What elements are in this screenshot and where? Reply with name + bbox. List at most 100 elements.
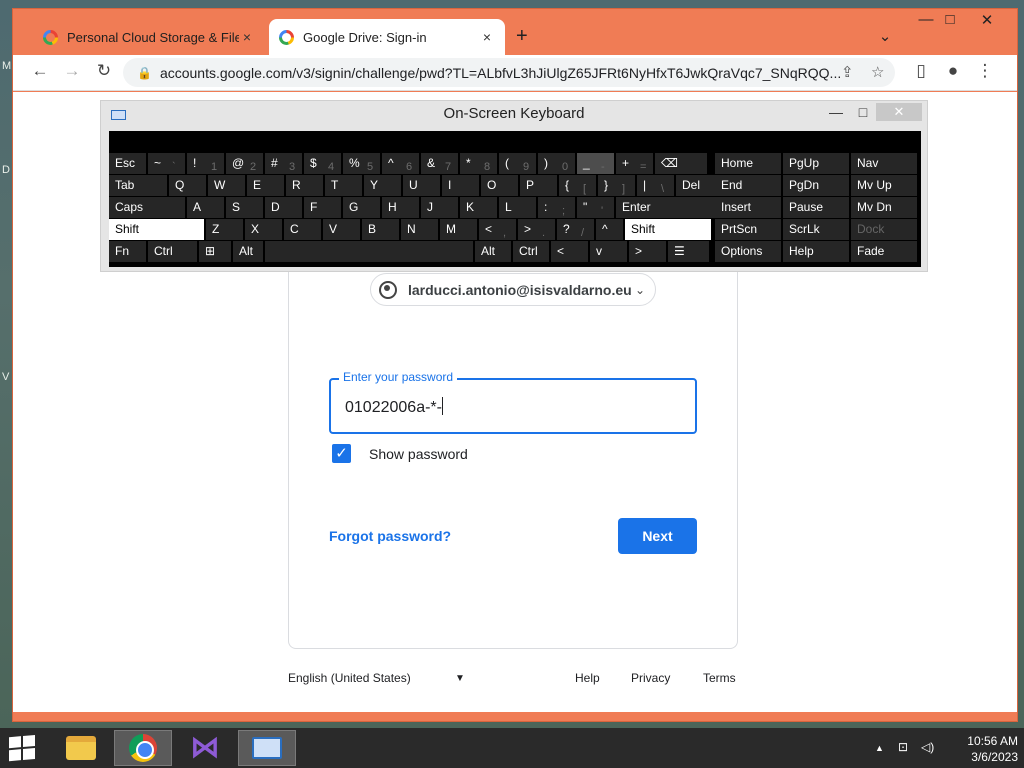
- osk-key[interactable]: J: [421, 197, 458, 218]
- osk-key[interactable]: Mv Dn: [851, 197, 917, 218]
- osk-key[interactable]: ? /: [557, 219, 594, 240]
- osk-key[interactable]: I: [442, 175, 479, 196]
- osk-key[interactable]: Tab: [109, 175, 167, 196]
- osk-key[interactable]: Options: [715, 241, 781, 262]
- browser-menu-icon[interactable]: ⋮: [973, 61, 997, 81]
- osk-key[interactable]: ^ 6: [382, 153, 419, 174]
- osk-key[interactable]: #3: [265, 153, 302, 174]
- desktop-icon-label[interactable]: V: [2, 371, 9, 383]
- osk-key[interactable]: E: [247, 175, 284, 196]
- address-bar[interactable]: 🔒 accounts.google.com/v3/signin/challeng…: [123, 58, 895, 87]
- window-maximize-button[interactable]: □: [937, 11, 963, 28]
- taskbar-chrome[interactable]: [114, 730, 172, 766]
- profile-icon[interactable]: ●: [941, 61, 965, 81]
- taskbar-file-explorer[interactable]: [52, 730, 110, 766]
- footer-privacy-link[interactable]: Privacy: [631, 671, 670, 685]
- osk-key[interactable]: N: [401, 219, 438, 240]
- reload-icon[interactable]: ↻: [92, 61, 116, 81]
- osk-key[interactable]: [265, 241, 473, 262]
- osk-key[interactable]: ☰: [668, 241, 709, 262]
- osk-key[interactable]: <,: [479, 219, 516, 240]
- osk-key[interactable]: + =: [616, 153, 653, 174]
- osk-key[interactable]: Insert: [715, 197, 781, 218]
- osk-key[interactable]: % 5: [343, 153, 380, 174]
- forgot-password-link[interactable]: Forgot password?: [329, 528, 451, 544]
- osk-key[interactable]: ~ `: [148, 153, 185, 174]
- account-chip[interactable]: larducci.antonio@isisvaldarno.eu ⌄: [370, 273, 656, 306]
- osk-key[interactable]: ⌫: [655, 153, 707, 174]
- tab-search-dropdown-icon[interactable]: ⌄: [872, 27, 898, 45]
- osk-key[interactable]: Z: [206, 219, 243, 240]
- url-text[interactable]: accounts.google.com/v3/signin/challenge/…: [160, 65, 840, 81]
- osk-key[interactable]: A: [187, 197, 224, 218]
- new-tab-button[interactable]: +: [516, 25, 528, 48]
- osk-key[interactable]: Fn: [109, 241, 146, 262]
- osk-key[interactable]: X: [245, 219, 282, 240]
- osk-key[interactable]: (9: [499, 153, 536, 174]
- volume-icon[interactable]: ◁): [921, 740, 934, 754]
- show-password-checkbox[interactable]: ✓: [332, 444, 351, 463]
- osk-key[interactable]: Alt: [475, 241, 511, 262]
- osk-key[interactable]: Pause: [783, 197, 849, 218]
- desktop-icon-label[interactable]: D: [2, 164, 10, 176]
- osk-key[interactable]: K: [460, 197, 497, 218]
- osk-key[interactable]: <: [551, 241, 588, 262]
- osk-key[interactable]: Q: [169, 175, 206, 196]
- side-panel-icon[interactable]: ▯: [909, 61, 933, 81]
- osk-key[interactable]: >.: [518, 219, 555, 240]
- window-close-button[interactable]: ✕: [974, 11, 1000, 29]
- osk-key[interactable]: G: [343, 197, 380, 218]
- tab-close-icon[interactable]: ×: [239, 29, 255, 45]
- osk-key[interactable]: V: [323, 219, 360, 240]
- osk-key[interactable]: L: [499, 197, 536, 218]
- osk-key[interactable]: ScrLk: [783, 219, 849, 240]
- osk-key[interactable]: Dock: [851, 219, 917, 240]
- osk-key[interactable]: PgDn: [783, 175, 849, 196]
- osk-key[interactable]: W: [208, 175, 245, 196]
- password-input[interactable]: 01022006a-*-: [345, 397, 443, 417]
- lock-icon[interactable]: 🔒: [137, 66, 152, 80]
- osk-key[interactable]: P: [520, 175, 557, 196]
- osk-key[interactable]: $4: [304, 153, 341, 174]
- taskbar-clock[interactable]: 10:56 AM 3/6/2023: [944, 733, 1018, 765]
- osk-key[interactable]: Ctrl: [513, 241, 549, 262]
- osk-key[interactable]: }]: [598, 175, 635, 196]
- osk-maximize-button[interactable]: □: [852, 104, 874, 120]
- osk-key[interactable]: Nav: [851, 153, 917, 174]
- osk-key[interactable]: | \: [637, 175, 674, 196]
- osk-key[interactable]: * 8: [460, 153, 497, 174]
- osk-key[interactable]: PgUp: [783, 153, 849, 174]
- osk-key[interactable]: B: [362, 219, 399, 240]
- bookmark-star-icon[interactable]: ☆: [871, 63, 884, 81]
- tab-close-icon[interactable]: ×: [479, 29, 495, 45]
- tray-overflow-icon[interactable]: ▲: [875, 743, 884, 753]
- osk-key[interactable]: >: [629, 241, 666, 262]
- osk-key[interactable]: Alt: [233, 241, 263, 262]
- language-selector[interactable]: English (United States): [288, 671, 411, 685]
- osk-key[interactable]: T: [325, 175, 362, 196]
- osk-key[interactable]: F: [304, 197, 341, 218]
- osk-key[interactable]: Help: [783, 241, 849, 262]
- osk-key[interactable]: H: [382, 197, 419, 218]
- osk-key[interactable]: " ': [577, 197, 614, 218]
- osk-key[interactable]: _ -: [577, 153, 614, 174]
- footer-help-link[interactable]: Help: [575, 671, 600, 685]
- osk-key[interactable]: Home: [715, 153, 781, 174]
- back-arrow-icon[interactable]: ←: [28, 61, 52, 81]
- network-icon[interactable]: ⊡: [898, 740, 908, 754]
- osk-key[interactable]: Y: [364, 175, 401, 196]
- osk-key[interactable]: S: [226, 197, 263, 218]
- osk-key[interactable]: PrtScn: [715, 219, 781, 240]
- show-password-label[interactable]: Show password: [369, 446, 468, 462]
- osk-key[interactable]: Mv Up: [851, 175, 917, 196]
- osk-close-button[interactable]: ✕: [876, 103, 922, 121]
- next-button[interactable]: Next: [618, 518, 697, 554]
- osk-key[interactable]: :;: [538, 197, 575, 218]
- osk-key[interactable]: M: [440, 219, 477, 240]
- osk-key[interactable]: Shift: [625, 219, 711, 240]
- window-minimize-button[interactable]: —: [913, 11, 939, 28]
- osk-key[interactable]: Esc: [109, 153, 146, 174]
- osk-key[interactable]: O: [481, 175, 518, 196]
- footer-terms-link[interactable]: Terms: [703, 671, 736, 685]
- osk-key[interactable]: Caps: [109, 197, 185, 218]
